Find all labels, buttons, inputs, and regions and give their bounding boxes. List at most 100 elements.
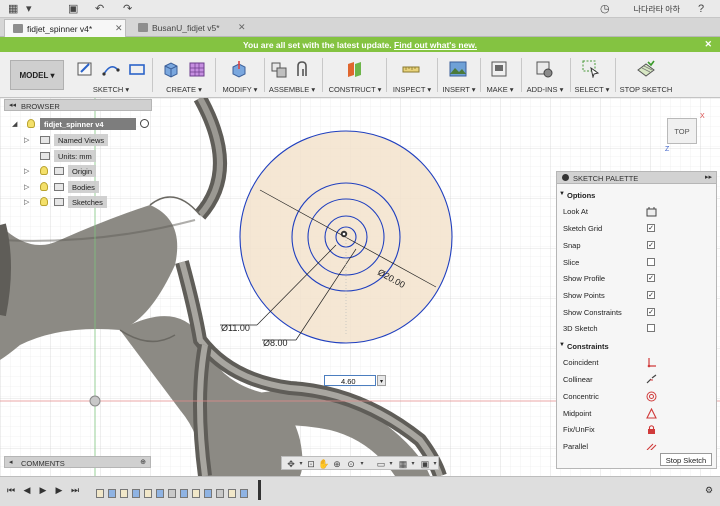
- look-at-icon[interactable]: [646, 206, 657, 217]
- redo-icon[interactable]: ↷: [123, 3, 132, 15]
- tree-item-named-views[interactable]: ▷ Named Views: [24, 134, 144, 146]
- show-constraints-checkbox[interactable]: ✓: [647, 308, 655, 316]
- user-name[interactable]: 나다라타 아하: [634, 4, 680, 15]
- option-slice[interactable]: Slice: [563, 258, 713, 270]
- constraint-collinear[interactable]: Collinear: [563, 374, 713, 387]
- option-look-at[interactable]: Look At: [563, 207, 713, 219]
- timeline-sketch-feature[interactable]: [144, 489, 152, 498]
- go-to-start-icon[interactable]: ⏮: [6, 484, 16, 496]
- timeline-sketch-feature[interactable]: [96, 489, 104, 498]
- press-pull-icon[interactable]: [230, 60, 248, 78]
- stop-sketch-group[interactable]: STOP SKETCH: [618, 52, 674, 98]
- select-group[interactable]: SELECT ▾: [572, 52, 612, 98]
- dropdown-icon[interactable]: ▾: [408, 459, 418, 469]
- assemble-group[interactable]: ASSEMBLE ▾: [266, 52, 318, 98]
- tab-busanu-fidjet[interactable]: BusanU_fidjet v5* ✕: [130, 19, 250, 37]
- timeline-track[interactable]: [92, 480, 264, 500]
- step-back-icon[interactable]: ◀: [22, 484, 32, 496]
- create-sketch-icon[interactable]: [76, 60, 94, 78]
- option-show-points[interactable]: Show Points ✓: [563, 291, 713, 303]
- dimension-dropdown-button[interactable]: ▾: [377, 375, 386, 386]
- sketch-grid-checkbox[interactable]: ✓: [647, 224, 655, 232]
- viewports-icon[interactable]: ▣: [420, 459, 430, 469]
- dropdown-icon[interactable]: ▾: [357, 459, 367, 469]
- stop-sketch-button[interactable]: Stop Sketch: [660, 453, 712, 466]
- create-group[interactable]: CREATE ▾: [156, 52, 212, 98]
- option-sketch-grid[interactable]: Sketch Grid ✓: [563, 224, 713, 236]
- tree-root[interactable]: ◢ fidjet_spinner v4: [12, 118, 152, 130]
- sketch-palette-header[interactable]: SKETCH PALETTE ▸▸: [557, 172, 716, 184]
- close-notification-icon[interactable]: ✕: [704, 39, 712, 50]
- joint-icon[interactable]: [294, 60, 312, 78]
- dropdown-icon[interactable]: ▾: [430, 459, 440, 469]
- visibility-bulb-icon[interactable]: [40, 166, 48, 175]
- timeline-extrude-feature[interactable]: [132, 489, 140, 498]
- sketch-group[interactable]: SKETCH ▾: [72, 52, 150, 98]
- activate-radio-icon[interactable]: [140, 119, 149, 128]
- tree-item-origin[interactable]: ▷ Origin: [24, 165, 144, 177]
- show-profile-checkbox[interactable]: ✓: [647, 274, 655, 282]
- new-component-icon[interactable]: [270, 60, 288, 78]
- constraints-section-header[interactable]: ▼ Constraints: [557, 340, 717, 352]
- help-icon[interactable]: ?: [698, 3, 704, 15]
- constraint-fix-unfix[interactable]: Fix/UnFix: [563, 425, 713, 437]
- make-group[interactable]: MAKE ▾: [482, 52, 518, 98]
- stop-sketch-icon[interactable]: [637, 60, 655, 78]
- dimension-d11[interactable]: Ø11.00: [221, 323, 250, 333]
- show-points-checkbox[interactable]: ✓: [647, 291, 655, 299]
- add-comment-icon[interactable]: ⊕: [140, 458, 146, 466]
- timeline-extrude-feature[interactable]: [240, 489, 248, 498]
- collapse-icon[interactable]: ◂◂: [9, 101, 16, 109]
- play-icon[interactable]: ▶: [38, 484, 48, 496]
- file-menu-icon[interactable]: ▾: [26, 3, 32, 15]
- browser-header[interactable]: ◂◂ BROWSER: [4, 99, 152, 111]
- midpoint-icon[interactable]: [646, 408, 657, 419]
- slice-checkbox[interactable]: [647, 258, 655, 266]
- insert-group[interactable]: INSERT ▾: [440, 52, 478, 98]
- concentric-icon[interactable]: [646, 391, 657, 402]
- visibility-bulb-icon[interactable]: [40, 182, 48, 191]
- tree-item-bodies[interactable]: ▷ Bodies: [24, 181, 144, 193]
- constraint-parallel[interactable]: Parallel: [563, 442, 713, 450]
- comments-panel[interactable]: ◂ COMMENTS ⊕: [4, 456, 151, 468]
- grid-settings-icon[interactable]: ▦: [398, 459, 408, 469]
- orbit-icon[interactable]: ✥: [286, 459, 296, 469]
- undo-icon[interactable]: ↶: [95, 3, 104, 15]
- tree-item-sketches[interactable]: ▷ Sketches: [24, 196, 144, 208]
- timeline-sketch-feature[interactable]: [228, 489, 236, 498]
- save-icon[interactable]: ▣: [68, 3, 78, 15]
- option-show-constraints[interactable]: Show Constraints ✓: [563, 308, 713, 320]
- rectangle-icon[interactable]: [128, 60, 146, 78]
- expand-icon[interactable]: ▷: [24, 136, 29, 144]
- pan-icon[interactable]: ✋: [318, 459, 329, 469]
- option-3d-sketch[interactable]: 3D Sketch: [563, 324, 713, 336]
- timeline-settings-icon[interactable]: ⚙: [704, 484, 714, 496]
- zoom-icon[interactable]: ⊕: [332, 459, 342, 469]
- look-at-icon[interactable]: ⊡: [306, 459, 316, 469]
- collapse-icon[interactable]: [562, 174, 569, 181]
- visibility-bulb-icon[interactable]: [27, 119, 35, 128]
- origin-point[interactable]: [89, 395, 101, 407]
- workspace-switcher-button[interactable]: MODEL ▾: [10, 60, 64, 90]
- parallel-icon[interactable]: [646, 442, 657, 450]
- timeline-fillet-feature[interactable]: [216, 489, 224, 498]
- 3d-print-icon[interactable]: [490, 60, 508, 78]
- expand-icon[interactable]: ▷: [24, 183, 29, 191]
- constraint-midpoint[interactable]: Midpoint: [563, 408, 713, 421]
- offset-plane-icon[interactable]: [346, 60, 364, 78]
- construct-group[interactable]: CONSTRUCT ▾: [326, 52, 384, 98]
- extrude-icon[interactable]: [162, 60, 180, 78]
- timeline-extrude-feature[interactable]: [108, 489, 116, 498]
- tab-fidjet-spinner[interactable]: fidjet_spinner v4* ✕: [4, 19, 126, 37]
- 3d-sketch-checkbox[interactable]: [647, 324, 655, 332]
- timeline-extrude-feature[interactable]: [156, 489, 164, 498]
- expand-icon[interactable]: ▷: [24, 198, 29, 206]
- fit-icon[interactable]: ⊙: [346, 459, 356, 469]
- line-icon[interactable]: [102, 60, 120, 78]
- form-icon[interactable]: [188, 60, 206, 78]
- snap-checkbox[interactable]: ✓: [647, 241, 655, 249]
- close-tab-icon[interactable]: ✕: [115, 23, 123, 34]
- select-icon[interactable]: [582, 60, 600, 78]
- dimension-d8[interactable]: Ø8.00: [263, 338, 288, 348]
- display-settings-icon[interactable]: ▭: [376, 459, 386, 469]
